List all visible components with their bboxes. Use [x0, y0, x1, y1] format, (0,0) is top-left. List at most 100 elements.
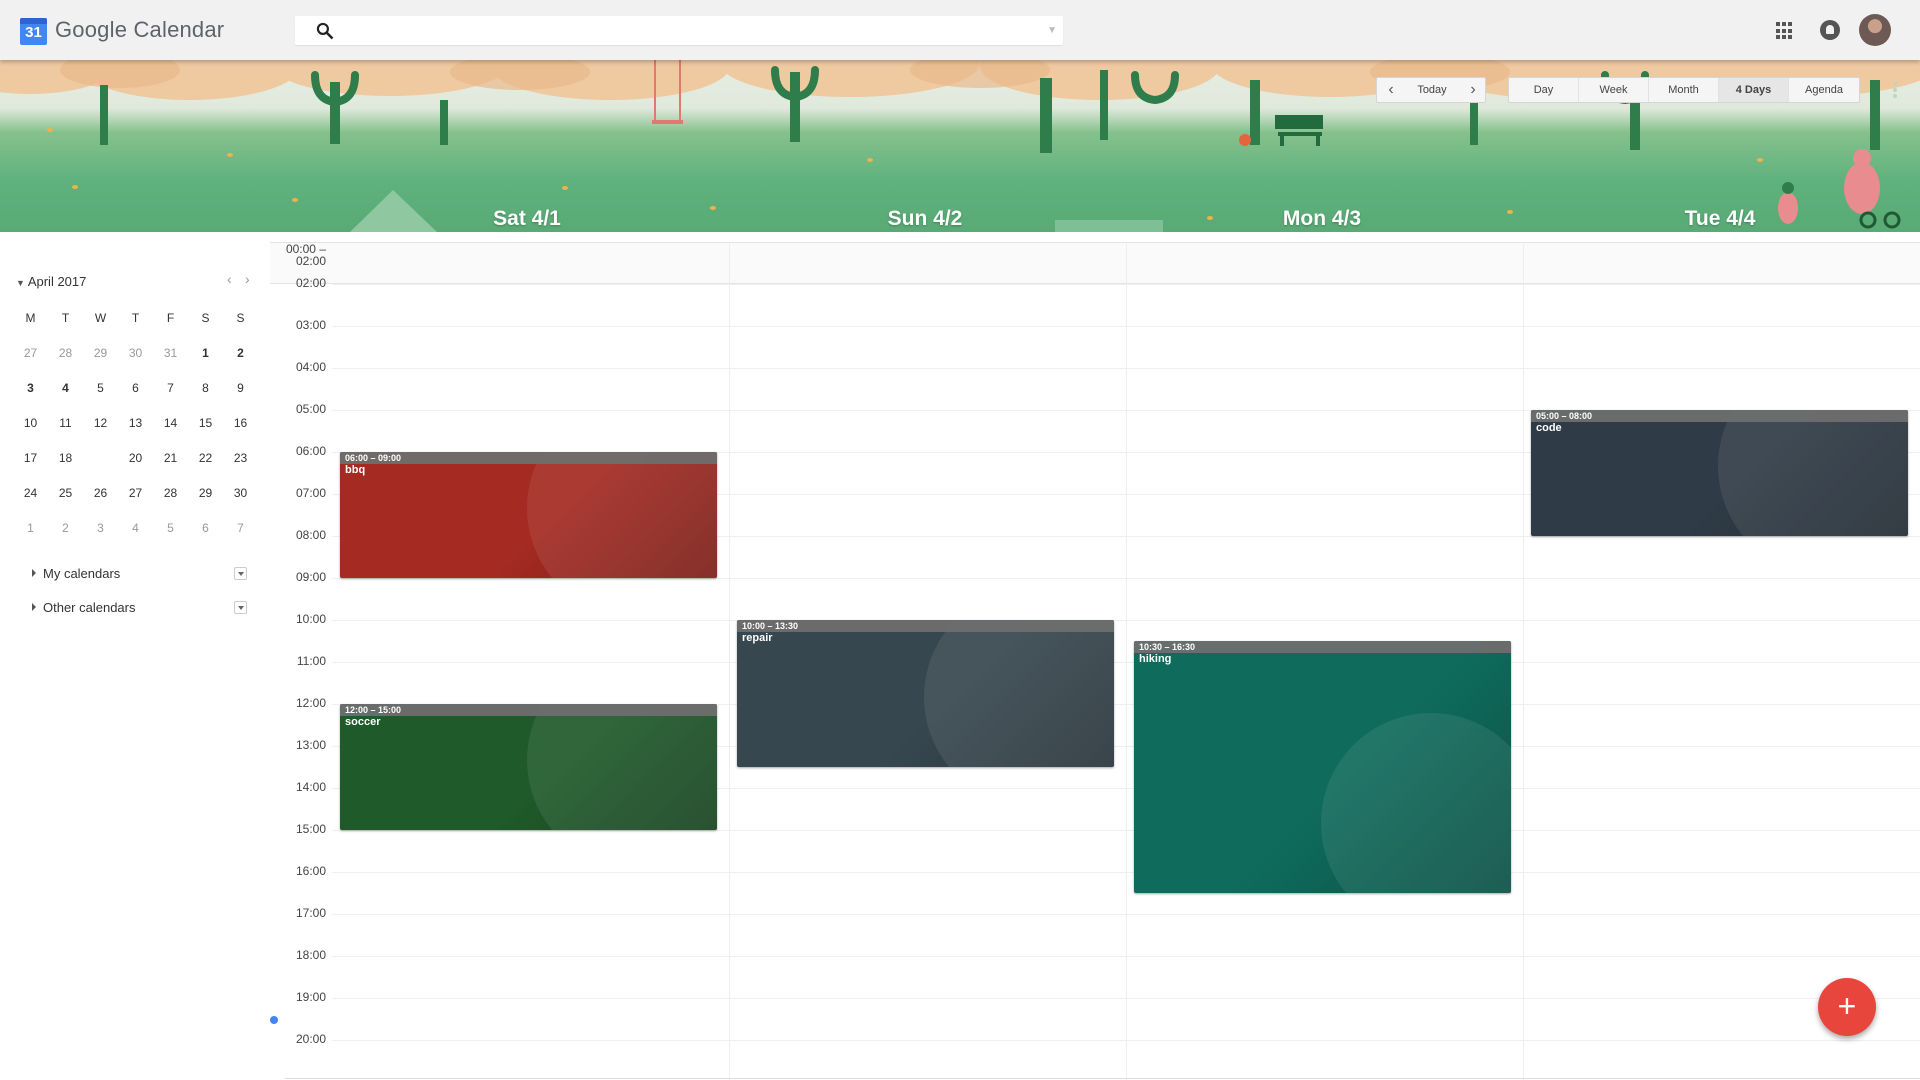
day-header-sun[interactable]: Sun 4/2 [825, 207, 1025, 231]
mini-calendar-week: 17 18 19 20 21 22 23 [13, 440, 258, 476]
mini-day[interactable]: 27 [118, 486, 153, 500]
my-calendars-section[interactable]: My calendars [32, 566, 120, 581]
mini-day[interactable]: 4 [48, 381, 83, 395]
other-calendars-section[interactable]: Other calendars [32, 600, 136, 615]
mini-day[interactable]: 25 [48, 486, 83, 500]
mini-calendar-next-button[interactable]: › [245, 271, 250, 287]
time-label: 03:00 [295, 318, 326, 332]
mini-calendar-grid: M T W T F S S 27 28 29 30 31 1 2 3 4 5 6… [13, 300, 258, 545]
time-label: 05:00 [295, 402, 326, 416]
event-repair[interactable]: 10:00 – 13:30 repair [737, 620, 1114, 767]
mini-day[interactable]: 12 [83, 416, 118, 430]
event-bbq[interactable]: 06:00 – 09:00 bbq [340, 452, 717, 578]
mini-day[interactable]: 7 [153, 381, 188, 395]
mini-day[interactable]: 30 [118, 346, 153, 360]
mini-day[interactable]: 3 [83, 521, 118, 535]
time-label: 09:00 [295, 570, 326, 584]
mini-day[interactable]: 26 [83, 486, 118, 500]
mini-calendar-title[interactable]: ▼ April 2017 [16, 274, 86, 289]
today-button[interactable]: Today [1405, 78, 1459, 102]
day-column-divider [1126, 242, 1127, 1080]
mini-day[interactable]: 29 [188, 486, 223, 500]
app-title[interactable]: Google Calendar [55, 17, 224, 43]
more-options-icon[interactable] [1893, 82, 1897, 98]
mini-day[interactable]: 5 [153, 521, 188, 535]
current-time-indicator [270, 1016, 278, 1024]
mini-day[interactable]: 28 [153, 486, 188, 500]
mini-day[interactable]: 30 [223, 486, 258, 500]
mini-day[interactable]: 1 [13, 521, 48, 535]
prev-period-button[interactable]: ‹ [1377, 78, 1405, 102]
mini-day[interactable]: 10 [13, 416, 48, 430]
mini-day[interactable]: 29 [83, 346, 118, 360]
view-4days-button[interactable]: 4 Days [1719, 78, 1789, 102]
mini-day[interactable]: 21 [153, 451, 188, 465]
mini-day[interactable]: 23 [223, 451, 258, 465]
create-event-button[interactable]: + [1818, 978, 1876, 1036]
mini-day[interactable]: 5 [83, 381, 118, 395]
event-time: 12:00 – 15:00 [345, 705, 402, 715]
time-label: 02:00 [295, 276, 326, 290]
mini-day[interactable]: 11 [48, 416, 83, 430]
mini-day[interactable]: 28 [48, 346, 83, 360]
time-grid[interactable]: 06:00 – 09:00 bbq 12:00 – 15:00 soccer 10:00… [332, 242, 1920, 1080]
mini-day[interactable]: 6 [188, 521, 223, 535]
mini-day[interactable]: 13 [118, 416, 153, 430]
day-header-sat[interactable]: Sat 4/1 [427, 207, 627, 231]
day-header-tue[interactable]: Tue 4/4 [1620, 207, 1820, 231]
event-illustration [1321, 713, 1511, 893]
event-illustration [1718, 410, 1908, 536]
mini-day[interactable]: 2 [48, 521, 83, 535]
next-period-button[interactable]: › [1459, 78, 1487, 102]
event-illustration [527, 452, 717, 578]
mini-day[interactable]: 18 [48, 451, 83, 465]
event-time: 10:30 – 16:30 [1139, 642, 1196, 652]
mini-day[interactable]: 1 [188, 346, 223, 360]
view-agenda-button[interactable]: Agenda [1789, 78, 1859, 102]
top-bar: 31 Google Calendar ▼ [0, 0, 1920, 60]
weekday-label: S [201, 310, 210, 325]
view-day-button[interactable]: Day [1509, 78, 1579, 102]
view-month-button[interactable]: Month [1649, 78, 1719, 102]
time-label: 14:00 [295, 780, 326, 794]
mini-day[interactable]: 3 [13, 381, 48, 395]
mini-day[interactable]: 4 [118, 521, 153, 535]
other-calendars-menu-button[interactable] [234, 601, 247, 614]
search-input[interactable] [345, 20, 1035, 41]
mini-day[interactable]: 6 [118, 381, 153, 395]
mini-day[interactable]: 14 [153, 416, 188, 430]
day-header-mon[interactable]: Mon 4/3 [1222, 207, 1422, 231]
mini-day-today[interactable]: 19 [83, 441, 120, 476]
search-icon[interactable] [315, 21, 335, 41]
search-options-icon[interactable]: ▼ [1047, 25, 1057, 36]
mini-day[interactable]: 15 [188, 416, 223, 430]
mini-day[interactable]: 9 [223, 381, 258, 395]
avatar[interactable] [1859, 14, 1891, 46]
event-hiking[interactable]: 10:30 – 16:30 hiking [1134, 641, 1511, 893]
event-soccer[interactable]: 12:00 – 15:00 soccer [340, 704, 717, 830]
notifications-icon[interactable] [1820, 20, 1840, 40]
mini-day[interactable]: 27 [13, 346, 48, 360]
mini-day[interactable]: 16 [223, 416, 258, 430]
mini-day[interactable]: 24 [13, 486, 48, 500]
mini-day[interactable]: 7 [223, 521, 258, 535]
mini-day[interactable]: 8 [188, 381, 223, 395]
view-switcher: Day Week Month 4 Days Agenda [1508, 77, 1860, 103]
mini-day[interactable]: 20 [118, 451, 153, 465]
mini-day[interactable]: 2 [223, 346, 258, 360]
view-week-button[interactable]: Week [1579, 78, 1649, 102]
mini-day[interactable]: 31 [153, 346, 188, 360]
my-calendars-menu-button[interactable] [234, 567, 247, 580]
mini-day[interactable]: 17 [13, 451, 48, 465]
event-title: bbq [345, 464, 366, 476]
mini-day[interactable]: 22 [188, 451, 223, 465]
apps-grid-icon[interactable] [1776, 22, 1794, 40]
event-code[interactable]: 05:00 – 08:00 code [1531, 410, 1908, 536]
event-time: 06:00 – 09:00 [345, 453, 402, 463]
weekday-label: M [25, 310, 36, 325]
event-time: 10:00 – 13:30 [742, 621, 799, 631]
all-day-row[interactable] [270, 242, 1920, 284]
calendar-logo-icon[interactable]: 31 [20, 18, 47, 45]
mini-calendar-prev-button[interactable]: ‹ [227, 271, 232, 287]
search-box[interactable]: ▼ [295, 16, 1063, 45]
